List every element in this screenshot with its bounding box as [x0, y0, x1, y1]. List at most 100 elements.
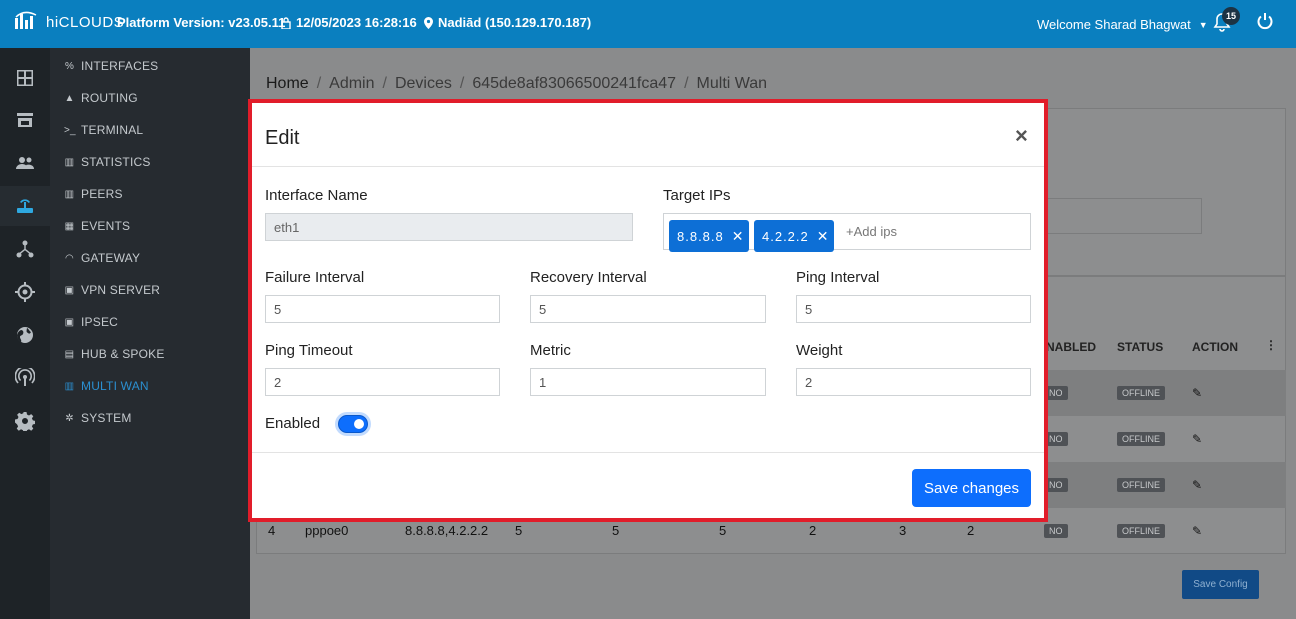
chart-icon: ▥ — [64, 188, 75, 200]
enabled-label: Enabled — [265, 415, 321, 432]
edit-pencil-icon[interactable]: ✎ — [1192, 478, 1202, 492]
gear-icon: ✲ — [65, 412, 74, 424]
ip-tag-label: 4.2.2.2 — [762, 228, 809, 244]
row-cell-weight: 2 — [967, 523, 975, 538]
target-icon[interactable] — [0, 272, 50, 312]
modal-header: Edit × — [252, 103, 1044, 167]
grid-icon[interactable] — [0, 58, 50, 98]
submenu-item-terminal[interactable]: >_ TERMINAL — [64, 120, 143, 140]
submenu-item-events[interactable]: ▦ EVENTS — [64, 216, 130, 236]
store-icon[interactable] — [0, 100, 50, 140]
breadcrumb-admin[interactable]: Admin — [329, 75, 374, 92]
save-changes-button[interactable]: Save changes — [912, 469, 1031, 507]
target-ips-label: Target IPs — [663, 187, 731, 204]
submenu-label: ROUTING — [81, 91, 138, 105]
gear-icon[interactable] — [0, 401, 50, 441]
row-cell-failure: 5 — [515, 523, 523, 538]
edit-pencil-icon[interactable]: ✎ — [1192, 432, 1202, 446]
submenu-label: SYSTEM — [81, 411, 132, 425]
status-badge: OFFLINE — [1117, 386, 1166, 400]
terminal-icon: >_ — [64, 124, 76, 136]
metric-label: Metric — [530, 342, 571, 359]
breadcrumb-device-id[interactable]: 645de8af83066500241fca47 — [472, 75, 676, 92]
globe-icon[interactable] — [0, 315, 50, 355]
status-badge: OFFLINE — [1117, 478, 1166, 492]
row-cell-ping-timeout: 2 — [809, 523, 817, 538]
weight-label: Weight — [796, 342, 843, 359]
location: Nadiād (150.129.170.187) — [424, 15, 591, 30]
kebab-menu-icon[interactable]: ⋮ — [1265, 338, 1277, 352]
failure-interval-field[interactable]: 5 — [265, 295, 500, 323]
submenu-label: GATEWAY — [81, 251, 141, 265]
routing-icon: ▲ — [64, 92, 75, 104]
map-pin-icon — [424, 16, 433, 29]
weight-field[interactable]: 2 — [796, 368, 1031, 396]
breadcrumb-home[interactable]: Home — [266, 75, 309, 92]
column-header-action: ACTION — [1192, 340, 1238, 354]
router-icon[interactable] — [0, 186, 50, 226]
folder-icon: ▤ — [64, 348, 75, 360]
submenu-item-gateway[interactable]: ◠ GATEWAY — [64, 248, 140, 268]
ip-tag: 4.2.2.2 ✕ — [754, 220, 834, 252]
submenu-label: STATISTICS — [81, 155, 151, 169]
top-bar: hiCLOUDS Platform Version: v23.05.11 12/… — [0, 0, 1296, 48]
submenu-item-statistics[interactable]: ▥ STATISTICS — [64, 152, 151, 172]
status-badge: OFFLINE — [1117, 524, 1166, 538]
status-badge: OFFLINE — [1117, 432, 1166, 446]
close-icon[interactable]: × — [1015, 123, 1028, 149]
edit-pencil-icon[interactable]: ✎ — [1192, 386, 1202, 400]
submenu-item-ipsec[interactable]: ▣ IPSEC — [64, 312, 118, 332]
submenu-label: INTERFACES — [81, 59, 159, 73]
add-ips-input[interactable]: +Add ips — [846, 224, 897, 239]
location-text: Nadiād (150.129.170.187) — [438, 15, 592, 30]
submenu-item-system[interactable]: ✲ SYSTEM — [64, 408, 132, 428]
user-menu[interactable]: Welcome Sharad Bhagwat ▼ — [1037, 17, 1208, 32]
submenu-item-interfaces[interactable]: % INTERFACES — [64, 56, 158, 76]
ping-timeout-label: Ping Timeout — [265, 342, 353, 359]
signal-icon[interactable] — [0, 358, 50, 398]
interface-name-label: Interface Name — [265, 187, 368, 204]
datetime: 12/05/2023 16:28:16 — [281, 15, 417, 30]
target-ips-tag-input[interactable]: 8.8.8.8 ✕ 4.2.2.2 ✕ +Add ips — [663, 213, 1031, 252]
remove-tag-icon[interactable]: ✕ — [732, 228, 744, 245]
lock-icon — [281, 16, 291, 29]
users-icon[interactable] — [0, 143, 50, 183]
modal-title: Edit — [265, 127, 300, 149]
submenu-item-multi-wan[interactable]: ▥ MULTI WAN — [64, 376, 149, 396]
column-header-enabled: NABLED — [1046, 340, 1096, 354]
enabled-toggle[interactable] — [338, 415, 368, 433]
background-input — [1044, 198, 1202, 234]
submenu-item-hub-spoke[interactable]: ▤ HUB & SPOKE — [64, 344, 165, 364]
recovery-interval-field[interactable]: 5 — [530, 295, 766, 323]
ip-tag-label: 8.8.8.8 — [677, 228, 724, 244]
chart-icon: ▥ — [64, 156, 75, 168]
ping-interval-label: Ping Interval — [796, 269, 880, 286]
breadcrumb: Home / Admin / Devices/645de8af83066500241fc… — [266, 75, 768, 92]
edit-pencil-icon[interactable]: ✎ — [1192, 524, 1202, 538]
logo-text: hiCLOUDS — [46, 14, 125, 31]
submenu-item-routing[interactable]: ▲ ROUTING — [64, 88, 138, 108]
interface-name-field: eth1 — [265, 213, 633, 241]
ping-interval-field[interactable]: 5 — [796, 295, 1031, 323]
row-cell-index: 4 — [268, 523, 276, 538]
metric-field[interactable]: 1 — [530, 368, 766, 396]
breadcrumb-devices[interactable]: Devices — [395, 75, 452, 92]
submenu-item-vpn-server[interactable]: ▣ VPN SERVER — [64, 280, 160, 300]
row-cell-target-ips: 8.8.8.8,4.2.2.2 — [405, 523, 489, 538]
datetime-text: 12/05/2023 16:28:16 — [296, 15, 417, 30]
network-icon[interactable] — [0, 229, 50, 269]
remove-tag-icon[interactable]: ✕ — [817, 228, 829, 245]
ping-timeout-field[interactable]: 2 — [265, 368, 500, 396]
caret-down-icon: ▼ — [1198, 19, 1208, 30]
power-icon[interactable] — [1256, 12, 1274, 35]
submenu-item-peers[interactable]: ▥ PEERS — [64, 184, 123, 204]
submenu-label: MULTI WAN — [81, 379, 149, 393]
submenu-label: PEERS — [81, 187, 123, 201]
submenu-label: EVENTS — [81, 219, 131, 233]
edit-modal: Edit × Interface Name eth1 Target IPs 8.… — [248, 99, 1048, 522]
toggle-knob — [354, 419, 364, 429]
failure-interval-label: Failure Interval — [265, 269, 365, 286]
save-config-button[interactable]: Save Config — [1182, 570, 1259, 599]
welcome-text: Welcome Sharad Bhagwat — [1037, 17, 1191, 32]
submenu-label: TERMINAL — [81, 123, 144, 137]
